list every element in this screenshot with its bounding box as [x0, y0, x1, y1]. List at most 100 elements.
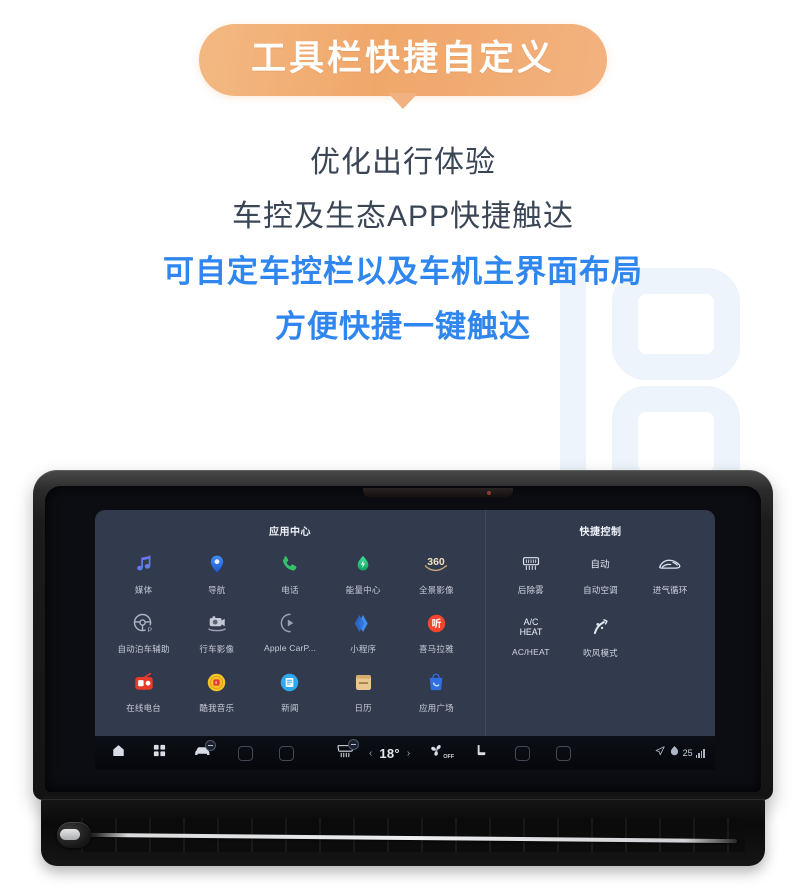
- calendar-icon: [348, 667, 378, 697]
- 360-camera-icon: 360: [421, 549, 451, 579]
- app-label: 小程序: [350, 644, 377, 654]
- banner-container: 工具栏快捷自定义: [0, 24, 806, 109]
- home-icon: [111, 743, 126, 763]
- camera-notch: [363, 488, 513, 498]
- dock-empty-slot-3[interactable]: [515, 745, 531, 761]
- app-item-mini-program[interactable]: 小程序: [327, 608, 400, 655]
- control-item-rear-defog[interactable]: 后除雾: [496, 549, 566, 596]
- status-number: 25: [682, 748, 693, 758]
- svg-text:听: 听: [432, 618, 442, 630]
- dashboard-hardware: [41, 796, 765, 866]
- music-note-icon: [129, 549, 159, 579]
- control-label: 自动空调: [583, 585, 618, 595]
- control-item-blow-mode[interactable]: 吹风模式: [566, 612, 636, 659]
- news-doc-icon: [275, 667, 305, 697]
- app-item-phone[interactable]: 电话: [253, 549, 326, 596]
- app-item-energy[interactable]: 能量中心: [327, 549, 400, 596]
- kuwo-music-icon: [202, 667, 232, 697]
- empty-slot-icon: [279, 745, 294, 761]
- app-item-news[interactable]: 新闻: [253, 667, 326, 714]
- dock-defrost-button[interactable]: [336, 738, 359, 764]
- temperature-value: 18°: [379, 745, 400, 761]
- app-item-carplay[interactable]: Apple CarP...: [253, 608, 326, 655]
- svg-text:A/C: A/C: [523, 617, 538, 627]
- steering-wheel-park-icon: P: [129, 608, 159, 638]
- dock-home-button[interactable]: [111, 743, 126, 763]
- app-label: 媒体: [134, 585, 153, 595]
- app-item-navigation[interactable]: 导航: [180, 549, 253, 596]
- quick-control-panel: 快捷控制 后除雾 自动 自动空调 进气循环 A/C HEAT AC/HEAT 吹…: [485, 510, 715, 736]
- dock-status-area: 25: [654, 744, 715, 762]
- dock-seat-button[interactable]: [474, 743, 489, 763]
- dash-top-edge: [41, 799, 765, 800]
- air-recirculation-icon: [655, 549, 685, 579]
- eco-leaf-icon: [669, 744, 680, 762]
- dock-fan-button[interactable]: OFF: [428, 743, 454, 763]
- dashcam-icon: [202, 608, 232, 638]
- control-label: 后除雾: [517, 585, 544, 595]
- svg-text:HEAT: HEAT: [519, 627, 542, 637]
- app-item-app-store[interactable]: 应用广场: [400, 667, 473, 714]
- app-label: 新闻: [281, 703, 299, 713]
- temp-decrease-button[interactable]: ‹: [369, 748, 372, 759]
- control-item-auto-ac[interactable]: 自动 自动空调: [566, 549, 636, 596]
- rear-defog-icon: [516, 549, 546, 579]
- infotainment-screen: 应用中心 媒体 导航 电话 能量中心 360 全景影像 P 自动泊车辅助 行车影…: [95, 510, 715, 770]
- app-item-media[interactable]: 媒体: [107, 549, 180, 596]
- copy-line-2: 车控及生态APP快捷触达: [231, 200, 575, 233]
- header-banner: 工具栏快捷自定义: [198, 24, 607, 109]
- control-label: 进气循环: [652, 585, 688, 595]
- dock-empty-slot-4[interactable]: [556, 745, 572, 761]
- control-label: 吹风模式: [583, 648, 618, 658]
- dock-empty-slot-1[interactable]: [238, 745, 253, 761]
- fan-icon: [428, 743, 445, 763]
- copy-block: 优化出行体验 车控及生态APP快捷触达 可自定车控栏以及车机主界面布局 方便快捷…: [0, 148, 806, 366]
- defrost-badge: [348, 738, 359, 750]
- control-item-ac-heat[interactable]: A/C HEAT AC/HEAT: [496, 612, 566, 659]
- app-label: 电话: [281, 585, 299, 595]
- app-item-auto-park[interactable]: P 自动泊车辅助: [107, 608, 180, 655]
- map-pin-icon: [202, 549, 232, 579]
- banner-pointer-tail: [387, 92, 418, 109]
- dock-apps-button[interactable]: [152, 743, 167, 763]
- app-item-calendar[interactable]: 日历: [327, 667, 400, 714]
- empty-slot-icon: [556, 745, 572, 761]
- app-item-ximalaya[interactable]: 听 喜马拉雅: [400, 608, 473, 655]
- app-label: 应用广场: [418, 703, 454, 713]
- app-item-driving-camera[interactable]: 行车影像: [180, 608, 253, 655]
- head-unit: 应用中心 媒体 导航 电话 能量中心 360 全景影像 P 自动泊车辅助 行车影…: [33, 470, 773, 870]
- banner-title: 工具栏快捷自定义: [250, 39, 555, 78]
- dock-empty-slot-2[interactable]: [279, 745, 294, 761]
- control-knob[interactable]: [57, 822, 91, 848]
- svg-text:360: 360: [428, 556, 446, 568]
- temperature-control: ‹ 18° ›: [369, 746, 410, 761]
- app-label: 酷我音乐: [199, 703, 235, 713]
- app-grid: 媒体 导航 电话 能量中心 360 全景影像 P 自动泊车辅助 行车影像 App…: [95, 549, 485, 714]
- svg-text:P: P: [148, 627, 153, 634]
- app-grid-icon: [152, 743, 167, 763]
- svg-text:自动: 自动: [591, 559, 611, 571]
- copy-line-4: 方便快捷一键触达: [275, 309, 531, 344]
- seat-heat-icon: [474, 743, 489, 763]
- app-center-title: 应用中心: [269, 527, 311, 538]
- navigation-arrow-icon: [654, 744, 666, 762]
- signal-bars-icon: [695, 748, 705, 758]
- app-label: Apple CarP...: [263, 643, 317, 653]
- app-item-kuwo-music[interactable]: 酷我音乐: [180, 667, 253, 714]
- temp-increase-button[interactable]: ›: [407, 748, 410, 759]
- app-label: 日历: [354, 703, 372, 713]
- control-item-air-recirculation[interactable]: 进气循环: [635, 549, 705, 596]
- app-label: 导航: [208, 585, 226, 595]
- app-label: 自动泊车辅助: [117, 644, 170, 654]
- copy-line-1: 优化出行体验: [310, 146, 496, 179]
- empty-slot-icon: [515, 745, 531, 761]
- app-item-online-radio[interactable]: 在线电台: [107, 667, 180, 714]
- app-item-surround-view[interactable]: 360 全景影像: [400, 549, 473, 596]
- dock-vehicle-button[interactable]: [193, 739, 216, 763]
- ximalaya-icon: 听: [421, 608, 451, 638]
- display-bezel: 应用中心 媒体 导航 电话 能量中心 360 全景影像 P 自动泊车辅助 行车影…: [33, 470, 773, 800]
- fan-state-label: OFF: [443, 754, 455, 760]
- energy-drop-icon: [348, 549, 378, 579]
- app-label: 行车影像: [199, 644, 235, 654]
- quick-control-title: 快捷控制: [579, 527, 622, 538]
